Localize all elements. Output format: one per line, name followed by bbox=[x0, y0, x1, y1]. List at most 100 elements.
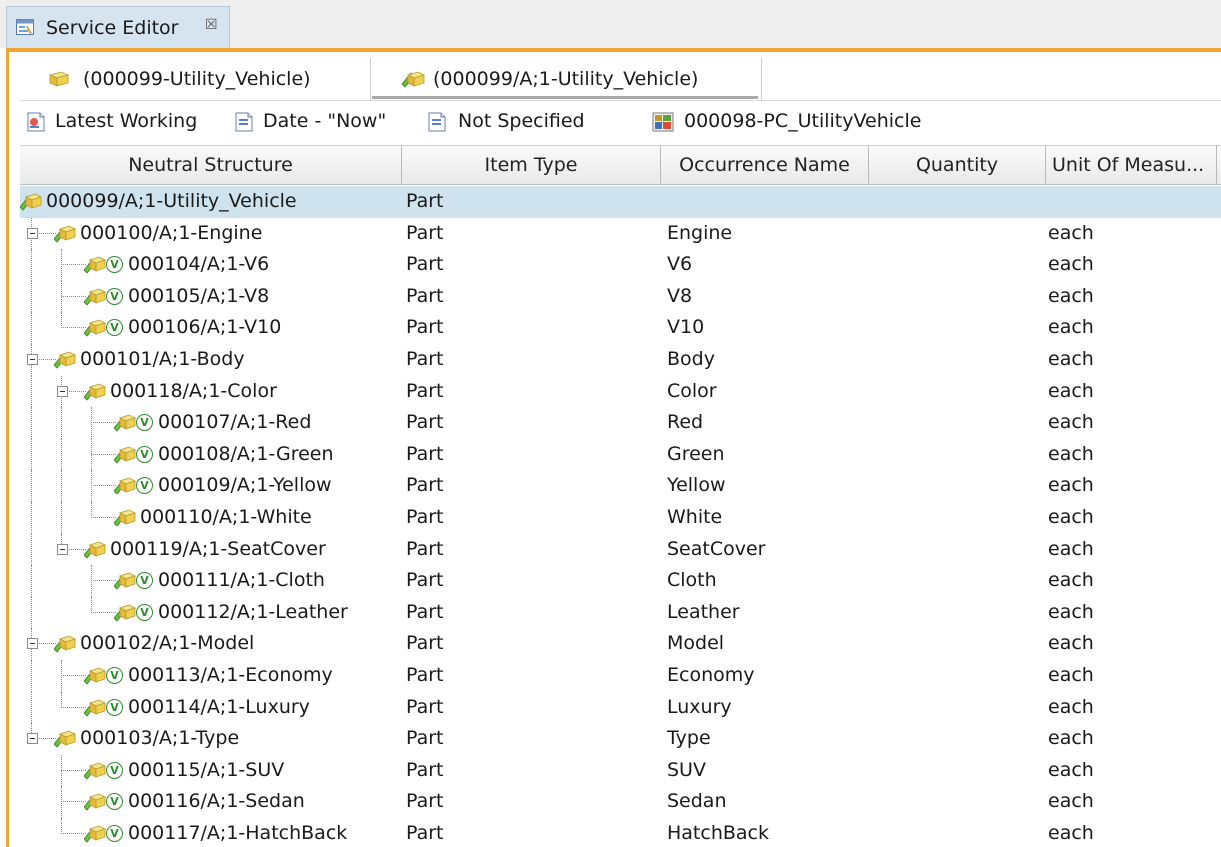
table-row-selected[interactable]: 000099/A;1-Utility_Vehicle Part bbox=[20, 186, 1221, 218]
row-item-type: Part bbox=[406, 348, 444, 370]
collapse-toggle-icon[interactable] bbox=[57, 385, 68, 397]
tree-connector bbox=[91, 517, 116, 518]
row-structure-name: 000109/A;1-Yellow bbox=[158, 474, 332, 497]
column-header-occurrence-name[interactable]: Occurrence Name bbox=[661, 146, 869, 184]
tree-connector bbox=[61, 691, 62, 708]
collapse-toggle-icon[interactable] bbox=[27, 733, 38, 745]
table-row[interactable]: V 000108/A;1-Green Part Green each bbox=[20, 438, 1221, 471]
column-header-quantity[interactable]: Quantity bbox=[869, 146, 1046, 184]
table-row[interactable]: V 000111/A;1-Cloth Part Cloth each bbox=[20, 565, 1221, 597]
active-tab-indicator bbox=[372, 96, 758, 99]
tree-connector bbox=[61, 660, 62, 692]
row-structure-name: 000118/A;1-Color bbox=[110, 379, 277, 402]
column-header-item-type[interactable]: Item Type bbox=[402, 146, 661, 184]
row-item-type: Part bbox=[406, 727, 444, 750]
row-item-type: Part bbox=[406, 284, 444, 307]
variant-condition-icon: V bbox=[106, 667, 123, 684]
table-row[interactable]: V 000112/A;1-Leather Part Leather each bbox=[20, 596, 1221, 629]
row-unit-of-measure: each bbox=[1048, 221, 1094, 244]
tab-separator bbox=[20, 100, 1221, 101]
part-revision-icon bbox=[20, 193, 42, 211]
tree-connector bbox=[61, 264, 86, 266]
table-row[interactable]: V 000117/A;1-HatchBack Part HatchBack each bbox=[20, 818, 1221, 847]
tree-connector bbox=[61, 502, 62, 534]
table-row[interactable]: 000118/A;1-Color Part Color each bbox=[20, 375, 1221, 408]
table-row[interactable]: 000103/A;1-Type Part Type each bbox=[20, 723, 1221, 755]
row-occurrence-name: Luxury bbox=[667, 695, 732, 718]
tree-connector bbox=[31, 565, 32, 597]
table-row[interactable]: 000102/A;1-Model Part Model each bbox=[20, 628, 1221, 660]
table-row[interactable]: V 000104/A;1-V6 Part V6 each bbox=[20, 249, 1221, 281]
service-editor-view-tab[interactable]: Service Editor ☒ bbox=[6, 6, 230, 48]
variant-condition-icon: V bbox=[136, 445, 153, 463]
row-occurrence-name: Red bbox=[667, 411, 704, 434]
tree-connector bbox=[61, 249, 62, 281]
row-item-type: Part bbox=[406, 632, 444, 655]
row-occurrence-name: Color bbox=[667, 379, 717, 402]
row-unit-of-measure: each bbox=[1048, 758, 1094, 781]
table-row[interactable]: 000101/A;1-Body Part Body each bbox=[20, 344, 1221, 376]
table-row[interactable]: V 000115/A;1-SUV Part SUV each bbox=[20, 754, 1221, 787]
row-occurrence-name: Leather bbox=[667, 600, 740, 623]
collapse-toggle-icon[interactable] bbox=[27, 354, 38, 365]
variant-condition-icon: V bbox=[136, 603, 153, 621]
tree-connector bbox=[31, 533, 32, 566]
tree-connector bbox=[61, 438, 62, 471]
tree-connector bbox=[61, 786, 62, 818]
table-row[interactable]: V 000116/A;1-Sedan Part Sedan each bbox=[20, 786, 1221, 818]
row-occurrence-name: Green bbox=[667, 442, 725, 465]
row-unit-of-measure: each bbox=[1048, 790, 1094, 813]
collapse-toggle-icon[interactable] bbox=[57, 543, 68, 555]
tree-connector bbox=[31, 438, 32, 471]
table-row[interactable]: 000119/A;1-SeatCover Part SeatCover each bbox=[20, 533, 1221, 566]
row-item-type: Part bbox=[406, 253, 444, 276]
tab-item[interactable]: (000099-Utility_Vehicle) bbox=[36, 58, 366, 100]
row-structure-name: 000112/A;1-Leather bbox=[158, 600, 348, 623]
row-unit-of-measure: each bbox=[1048, 253, 1094, 276]
part-revision-icon bbox=[54, 730, 76, 748]
column-header-neutral-structure[interactable]: Neutral Structure bbox=[20, 146, 402, 184]
part-revision-icon bbox=[84, 541, 106, 559]
part-revision-icon bbox=[84, 793, 106, 811]
row-occurrence-name: Model bbox=[667, 632, 725, 655]
row-occurrence-name: White bbox=[667, 506, 723, 528]
tree-connector bbox=[91, 438, 92, 471]
row-item-type: Part bbox=[406, 442, 444, 465]
table-row[interactable]: V 000109/A;1-Yellow Part Yellow each bbox=[20, 470, 1221, 502]
part-revision-icon bbox=[84, 256, 106, 274]
row-occurrence-name: V6 bbox=[667, 253, 693, 276]
row-item-type: Part bbox=[406, 190, 444, 212]
tree-connector bbox=[91, 407, 92, 439]
row-unit-of-measure: each bbox=[1048, 284, 1094, 307]
view-tab-bar: Service Editor ☒ bbox=[0, 0, 1221, 48]
part-revision-icon bbox=[84, 825, 106, 843]
structure-tree-table: 000099/A;1-Utility_Vehicle Part 000100/A;1… bbox=[20, 186, 1221, 847]
rule-date-label: Date - "Now" bbox=[263, 110, 387, 132]
row-structure-name: 000101/A;1-Body bbox=[80, 348, 245, 370]
table-row[interactable]: V 000105/A;1-V8 Part V8 each bbox=[20, 280, 1221, 313]
row-unit-of-measure: each bbox=[1048, 664, 1094, 686]
row-occurrence-name: Body bbox=[667, 348, 715, 370]
table-row[interactable]: V 000107/A;1-Red Part Red each bbox=[20, 407, 1221, 439]
tree-connector bbox=[61, 818, 62, 834]
collapse-toggle-icon[interactable] bbox=[27, 227, 38, 239]
tree-connector bbox=[61, 801, 86, 803]
tab-item-revision[interactable]: (000099/A;1-Utility_Vehicle) bbox=[370, 58, 762, 100]
collapse-toggle-icon[interactable] bbox=[27, 638, 38, 650]
part-revision-icon bbox=[84, 667, 106, 685]
row-occurrence-name: V8 bbox=[667, 284, 693, 307]
table-row[interactable]: 000100/A;1-Engine Part Engine each bbox=[20, 217, 1221, 250]
tree-connector bbox=[61, 327, 86, 329]
tree-connector bbox=[31, 312, 32, 344]
table-row[interactable]: V 000113/A;1-Economy Part Economy each bbox=[20, 660, 1221, 692]
row-unit-of-measure: each bbox=[1048, 411, 1094, 434]
row-structure-name: 000111/A;1-Cloth bbox=[158, 569, 325, 592]
part-revision-icon bbox=[114, 446, 136, 464]
table-header: Neutral Structure Item Type Occurrence N… bbox=[20, 145, 1221, 185]
table-row[interactable]: 000110/A;1-White Part White each bbox=[20, 502, 1221, 534]
table-row[interactable]: V 000114/A;1-Luxury Part Luxury each bbox=[20, 691, 1221, 724]
close-view-icon[interactable]: ☒ bbox=[205, 17, 218, 33]
row-occurrence-name: Cloth bbox=[667, 569, 717, 592]
column-header-unit-of-measure[interactable]: Unit Of Measu... bbox=[1046, 146, 1217, 184]
table-row[interactable]: V 000106/A;1-V10 Part V10 each bbox=[20, 312, 1221, 344]
